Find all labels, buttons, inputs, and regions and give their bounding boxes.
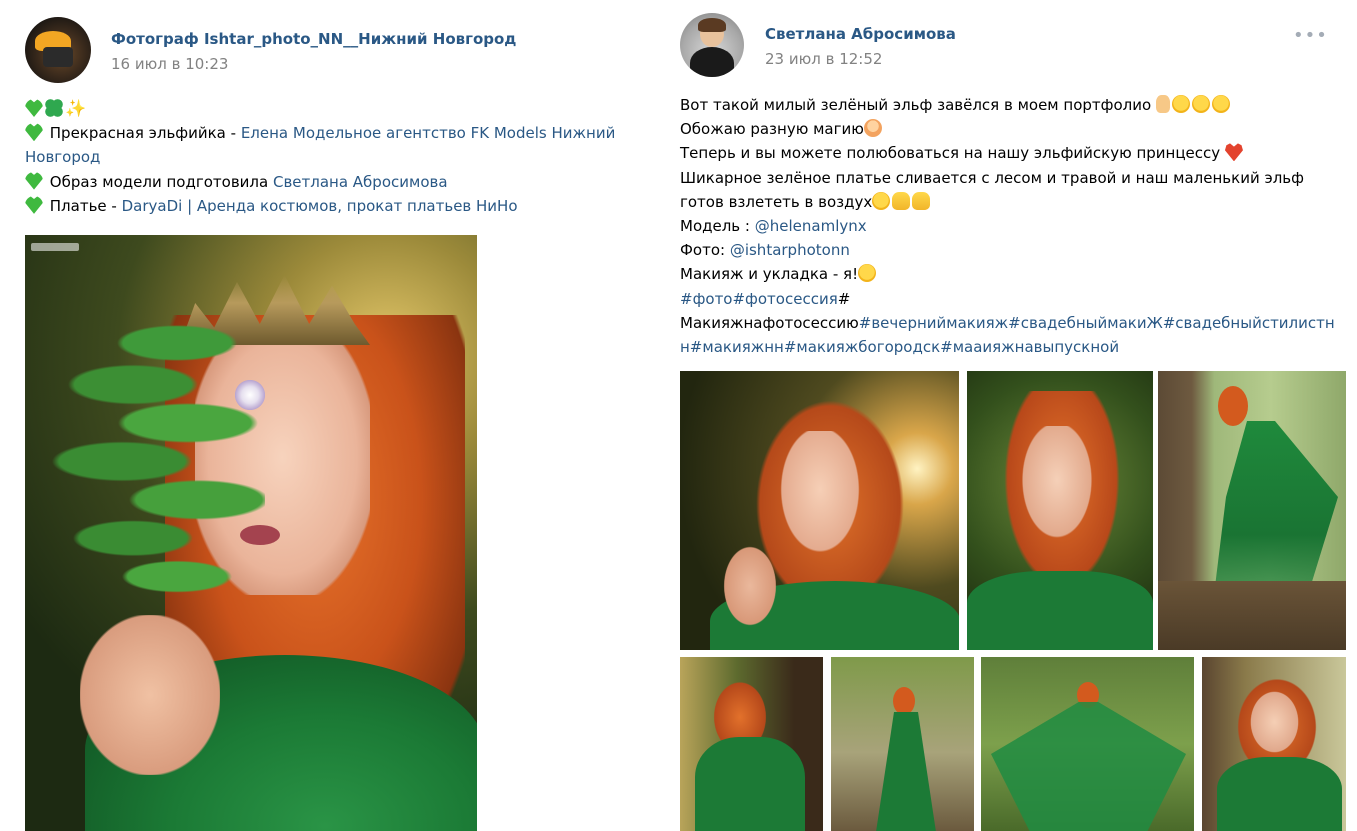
text-line: Макияжнафотосессию#вечерниймакияж#свадеб… (680, 311, 1355, 335)
girl-icon (863, 119, 882, 138)
hashtag-link[interactable]: н#макияжнн#макияжбогородск#мааияжнавыпус… (680, 338, 1119, 356)
text-span: Обожаю разную магию (680, 120, 864, 139)
green-heart-icon (25, 195, 43, 214)
raised-hands-icon (892, 191, 911, 210)
raised-hands-icon (912, 191, 931, 210)
text-line: Шикарное зелёное платье сливается с лесо… (680, 166, 1355, 190)
mention-link-continuation[interactable]: Новгород (25, 148, 100, 166)
more-options-icon[interactable]: ••• (1293, 25, 1328, 46)
text-span: Образ модели подготовила (49, 172, 273, 191)
grid-photo[interactable] (981, 657, 1194, 831)
clover-icon (45, 99, 63, 117)
mention-link[interactable]: Светлана Абросимова (273, 173, 448, 191)
laughing-face-icon (1211, 95, 1230, 113)
watermark-logo (31, 243, 79, 251)
text-span: Вот такой милый зелёный эльф завёлся в м… (680, 96, 1152, 114)
mention-link[interactable]: Елена Модельное агентство FK Models Нижн… (241, 124, 616, 142)
grid-photo[interactable] (1158, 371, 1346, 650)
author-name[interactable]: Светлана Абросимова (765, 25, 956, 43)
author-avatar[interactable] (680, 13, 744, 77)
text-line: Образ модели подготовила Светлана Аброси… (25, 170, 645, 194)
photographer-mention-link[interactable]: @ishtarphotonn (730, 241, 850, 259)
grid-photo[interactable] (967, 371, 1153, 650)
sparkles-icon: ✨ (65, 99, 87, 119)
text-span: Теперь и вы можете полюбоваться на нашу … (680, 144, 1221, 163)
laughing-face-icon (1171, 95, 1190, 113)
text-line: Макияж и укладка - я! (680, 262, 1355, 286)
grid-photo[interactable] (680, 657, 823, 831)
grid-photo[interactable] (831, 657, 974, 831)
text-span: Макияж и укладка - я! (680, 265, 859, 284)
red-heart-icon (1224, 143, 1243, 162)
text-line: #фото#фотосессия# (680, 287, 1355, 311)
text-span: готов взлететь в воздух (680, 192, 873, 211)
post-photo[interactable] (25, 235, 477, 831)
text-span: Фото: (680, 241, 730, 260)
zany-face-icon (858, 264, 877, 283)
hashtag-link[interactable]: #фото#фотосессия (680, 290, 838, 308)
grid-photo[interactable] (1202, 657, 1346, 831)
text-line: готов взлететь в воздух (680, 190, 1355, 214)
text-line: Фото: @ishtarphotonn (680, 238, 1355, 262)
text-span: # (837, 289, 851, 308)
text-span: Макияжнафотосессию (680, 313, 859, 332)
text-span: Модель : (680, 217, 755, 236)
text-line: Обожаю разную магию (680, 117, 1355, 141)
emoji-line: ✨ (25, 97, 645, 121)
green-heart-icon (25, 123, 43, 142)
text-line: Прекрасная эльфийка - Елена Модельное аг… (25, 121, 645, 145)
author-avatar[interactable] (25, 17, 91, 83)
post-text: Вот такой милый зелёный эльф завёлся в м… (680, 93, 1355, 359)
model-mention-link[interactable]: @helenamlynx (755, 217, 867, 235)
zany-face-icon (872, 191, 891, 210)
post-text: ✨ Прекрасная эльфийка - Елена Модельное … (25, 97, 645, 218)
post-date[interactable]: 23 июл в 12:52 (765, 50, 882, 68)
text-span: Прекрасная эльфийка - (49, 124, 241, 143)
finger-icon (1155, 95, 1170, 113)
text-line: Новгород (25, 145, 645, 169)
text-line: Модель : @helenamlynx (680, 214, 1355, 238)
hashtag-link[interactable]: #вечерниймакияж#свадебныймакиЖ#свадебный… (859, 314, 1335, 332)
text-line: Вот такой милый зелёный эльф завёлся в м… (680, 93, 1355, 117)
green-heart-icon (25, 99, 43, 117)
author-name[interactable]: Фотограф Ishtar_photo_NN__Нижний Новгоро… (111, 30, 516, 48)
text-line: Платье - DaryaDi | Аренда костюмов, прок… (25, 194, 645, 218)
mention-link[interactable]: DaryaDi | Аренда костюмов, прокат платье… (122, 197, 518, 215)
text-line: н#макияжнн#макияжбогородск#мааияжнавыпус… (680, 335, 1355, 359)
text-span: Платье - (49, 196, 122, 215)
green-heart-icon (25, 171, 43, 190)
text-line: Теперь и вы можете полюбоваться на нашу … (680, 141, 1355, 165)
laughing-face-icon (1191, 95, 1210, 113)
text-span: Шикарное зелёное платье сливается с лесо… (680, 168, 1304, 187)
post-date[interactable]: 16 июл в 10:23 (111, 55, 228, 73)
grid-photo[interactable] (680, 371, 959, 650)
